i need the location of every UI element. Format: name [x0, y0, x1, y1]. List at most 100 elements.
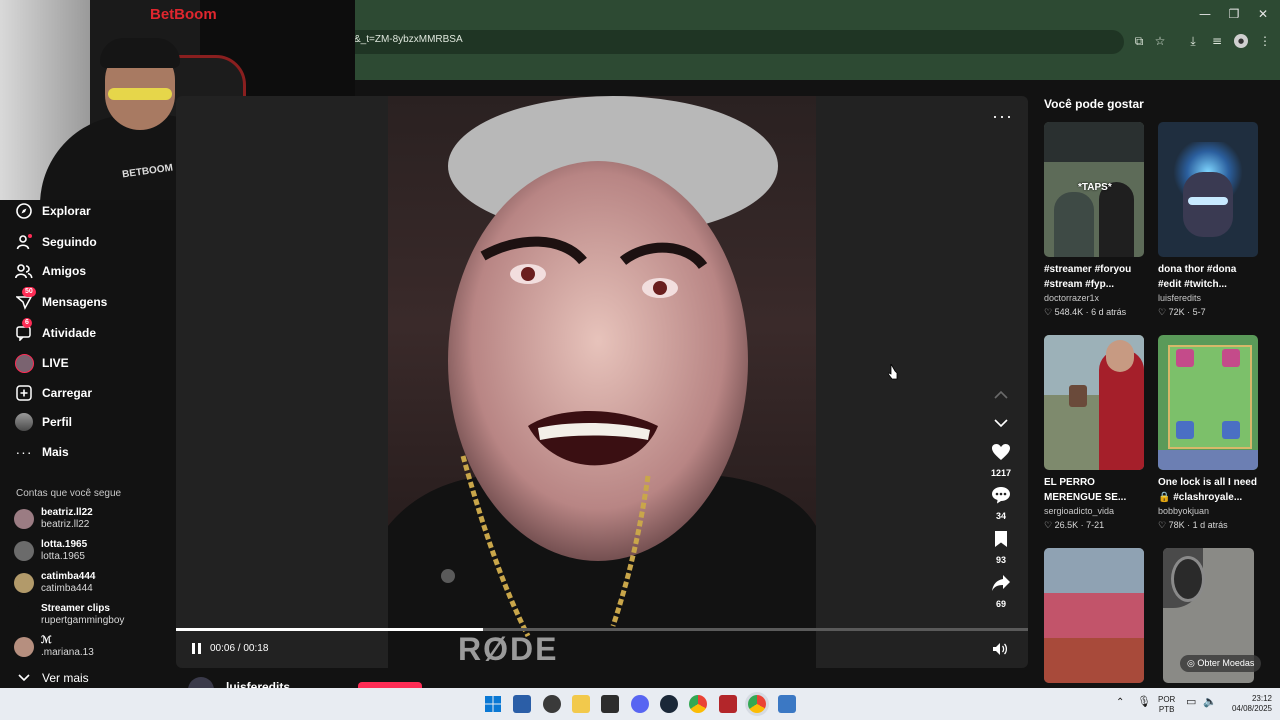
share-icon	[992, 575, 1010, 591]
download-icon[interactable]: ⤓	[1186, 34, 1200, 48]
video-progress-bar[interactable]	[176, 628, 1028, 631]
card-caption[interactable]: EL PERRO MERENGUE SE...	[1044, 475, 1144, 505]
share-count: 69	[995, 599, 1006, 609]
account-name: ℳ	[41, 635, 52, 646]
tray-overflow-icon[interactable]: ⌃	[1116, 698, 1124, 708]
sidebar-item-label: Mensagens	[42, 295, 108, 309]
steam-icon[interactable]	[660, 695, 678, 713]
sidebar-item-seguindo[interactable]: Seguindo	[14, 230, 97, 254]
prev-video-button[interactable]	[986, 386, 1016, 404]
bookmark-star-icon[interactable]: ☆	[1153, 34, 1167, 48]
cast-icon[interactable]: ⧉	[1132, 34, 1146, 48]
following-icon	[14, 232, 34, 252]
video-watermark: RØDE	[458, 631, 559, 667]
microphone-icon[interactable]: 🎙	[1137, 697, 1151, 708]
url-text[interactable]: &_t=ZM-8ybzxMMRBSA	[354, 34, 463, 45]
more-options-icon[interactable]: ···	[992, 106, 1013, 127]
thumbnail[interactable]	[1044, 548, 1144, 683]
thumbnail[interactable]	[1158, 122, 1258, 257]
input-language[interactable]: POR PTB	[1158, 695, 1175, 715]
sidebar-item-live[interactable]: LIVE	[14, 351, 69, 375]
account-item[interactable]: lotta.1965 lotta.1965	[14, 536, 87, 566]
thumbnail[interactable]	[1158, 335, 1258, 470]
see-more-button[interactable]: Ver mais	[14, 666, 89, 690]
volume-icon[interactable]	[992, 642, 1008, 661]
like-button[interactable]: 1217	[986, 443, 1016, 478]
file-explorer-icon[interactable]	[572, 695, 590, 713]
get-coins-button[interactable]: ◎ Obter Moedas	[1180, 655, 1262, 672]
save-count: 93	[995, 555, 1006, 565]
game-launcher-icon[interactable]	[719, 695, 737, 713]
sidebar-item-perfil[interactable]: Perfil	[14, 410, 72, 434]
card-caption[interactable]: One lock is all I need 🔒 #clashroyale...	[1158, 475, 1258, 505]
recommendation-card[interactable]: dona thor #dona #edit #twitch... luisfer…	[1158, 122, 1258, 318]
card-caption[interactable]: dona thor #dona #edit #twitch...	[1158, 262, 1258, 292]
pause-icon[interactable]	[192, 642, 204, 656]
account-handle: beatriz.ll22	[41, 519, 90, 530]
activity-icon: 6	[14, 318, 34, 343]
profile-avatar-icon[interactable]: ●	[1234, 34, 1248, 48]
notepad-icon[interactable]	[778, 695, 796, 713]
sidebar-item-mensagens[interactable]: 50 Mensagens	[14, 287, 108, 314]
activity-badge: 6	[22, 318, 32, 328]
sidebar-item-explorar[interactable]: Explorar	[14, 199, 91, 223]
app-icon[interactable]	[543, 695, 561, 713]
card-stats: ♡ 26.5K · 7-21	[1044, 520, 1105, 530]
next-video-button[interactable]	[986, 415, 1016, 433]
recommendation-card[interactable]: EL PERRO MERENGUE SE... sergioadicto_vid…	[1044, 335, 1144, 531]
account-name: lotta.1965	[41, 539, 88, 550]
close-icon[interactable]: ✕	[1254, 6, 1272, 22]
chrome-active-icon[interactable]	[748, 695, 766, 713]
thumbnail[interactable]: *TAPS*	[1044, 122, 1144, 257]
recommendation-card[interactable]: One lock is all I need 🔒 #clashroyale...…	[1158, 335, 1258, 531]
network-icon[interactable]: ▭	[1186, 697, 1196, 708]
sidebar-item-label: Mais	[42, 445, 69, 459]
clock-date: 04/08/2025	[1231, 704, 1272, 713]
sidebar-item-atividade[interactable]: 6 Atividade	[14, 318, 96, 345]
card-author[interactable]: doctorrazer1x	[1044, 293, 1144, 303]
speaker-icon[interactable]: 🔈	[1203, 697, 1217, 708]
account-name: catimba444	[41, 571, 96, 582]
recommendation-card[interactable]	[1044, 548, 1144, 683]
discord-icon[interactable]	[631, 695, 649, 713]
save-button[interactable]: 93	[986, 530, 1016, 565]
sidebar-item-carregar[interactable]: Carregar	[14, 381, 92, 405]
heart-outline-icon: ♡	[1044, 520, 1055, 530]
live-icon	[14, 353, 34, 373]
avatar	[14, 573, 34, 593]
coin-icon: ◎	[1187, 658, 1198, 668]
restore-icon[interactable]: ❐	[1225, 6, 1243, 22]
video-player[interactable]: RØDE ··· 1217 34 93 69 00:06 / 00:18	[176, 96, 1028, 668]
chrome-icon[interactable]	[689, 695, 707, 713]
chevron-down-icon	[14, 668, 34, 688]
recommendation-card[interactable]: *TAPS* #streamer #foryou #stream #fyp...…	[1044, 122, 1144, 318]
mouse-cursor-icon	[887, 362, 898, 380]
card-author[interactable]: sergioadicto_vida	[1044, 506, 1144, 516]
account-item[interactable]: catimba444 catimba444	[14, 568, 95, 598]
card-caption[interactable]: #streamer #foryou #stream #fyp...	[1044, 262, 1144, 292]
thumbnail[interactable]	[1044, 335, 1144, 470]
card-author[interactable]: luisferedits	[1158, 293, 1258, 303]
windows-start-icon[interactable]	[484, 695, 502, 713]
sidebar-item-amigos[interactable]: Amigos	[14, 259, 86, 283]
heart-outline-icon: ♡	[1158, 520, 1169, 530]
card-author[interactable]: bobbyokjuan	[1158, 506, 1258, 516]
heart-outline-icon: ♡	[1044, 307, 1055, 317]
sidebar-item-mais[interactable]: ··· Mais	[14, 440, 69, 464]
account-item[interactable]: beatriz.ll22 beatriz.ll22	[14, 504, 93, 534]
sidebar-item-label: Amigos	[42, 264, 87, 278]
video-frame[interactable]: RØDE	[388, 96, 816, 668]
account-item[interactable]: ℳ .mariana.13	[14, 632, 94, 662]
account-item[interactable]: Streamer clips rupertgammingboy	[14, 600, 124, 630]
share-button[interactable]: 69	[986, 574, 1016, 609]
clock[interactable]: 23:12 04/08/2025	[1224, 694, 1272, 714]
taskbar: ⌃ 🎙 POR PTB ▭ 🔈 23:12 04/08/2025	[0, 688, 1280, 720]
store-icon[interactable]	[513, 695, 531, 713]
friends-icon	[14, 261, 34, 281]
browser-menu-icon[interactable]: ⋮	[1258, 34, 1272, 48]
reading-list-icon[interactable]: ≡	[1210, 34, 1224, 48]
comment-button[interactable]: 34	[986, 486, 1016, 521]
recommendations-title: Você pode gostar	[1044, 97, 1144, 111]
terminal-icon[interactable]	[601, 695, 619, 713]
minimize-icon[interactable]: —	[1196, 6, 1214, 22]
